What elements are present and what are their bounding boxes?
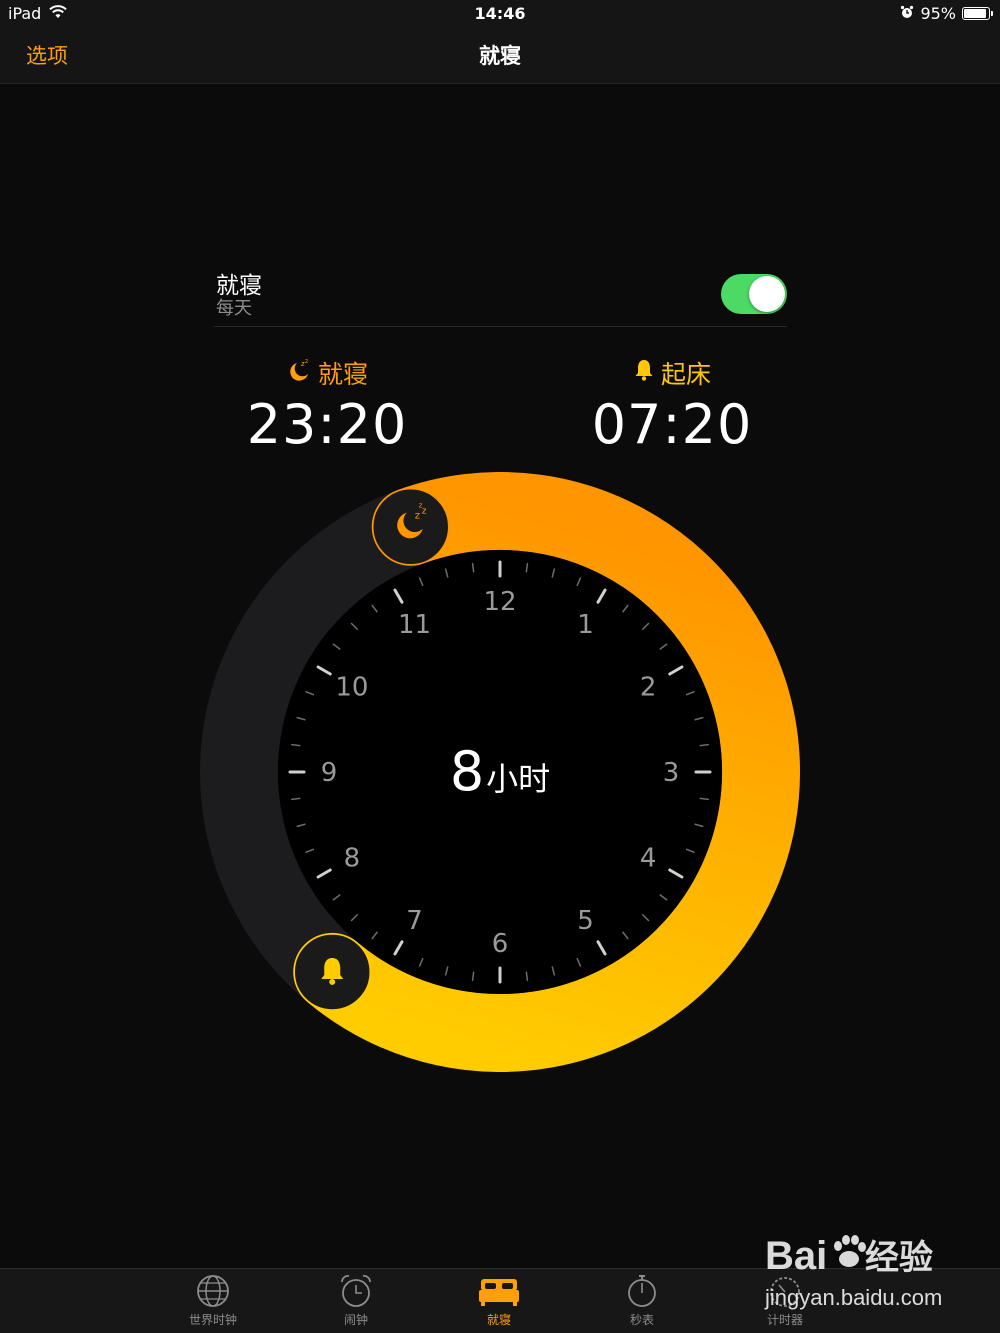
minor-tick [699,743,709,747]
tab-label: 计时器 [766,1313,803,1327]
hour-label: 7 [406,906,423,936]
tab-label: 秒表 [629,1313,654,1327]
bedtime-time: 23:20 [246,393,408,456]
bedtime-settings-row[interactable]: 就寝 每天 [214,266,787,327]
bedtime-block[interactable]: z z 就寝 23:20 [197,355,457,456]
timer-icon [770,1277,800,1307]
minor-tick [471,563,475,573]
hour-label: 3 [663,758,680,788]
status-right: 95% [900,4,993,23]
minor-tick [525,971,529,981]
hour-label: 10 [335,673,368,703]
tab-stopwatch[interactable]: 秒表 [582,1273,702,1328]
stopwatch-icon [628,1275,656,1307]
svg-text:z: z [305,358,308,365]
svg-text:z: z [419,502,423,510]
tab-alarm[interactable]: 闹钟 [296,1273,416,1328]
sleep-duration-number: 8 [450,740,484,803]
moon-zzz-icon: z z [286,357,312,389]
bedtime-handle[interactable]: z z z [371,487,450,566]
wake-label: 起床 [542,355,802,391]
hour-label: 12 [483,587,516,617]
bed-icon [479,1279,519,1306]
hour-label: 6 [492,929,509,959]
tab-bedtime[interactable]: 就寝 [439,1273,559,1328]
svg-text:z: z [422,507,427,517]
bedtime-row-subtitle: 每天 [216,298,252,319]
sleep-duration-unit: 小时 [486,760,550,798]
hour-label: 9 [321,758,338,788]
minor-tick [291,797,301,801]
bell-icon [633,358,655,388]
battery-percent: 95% [920,4,956,23]
globe-icon [197,1275,229,1307]
battery-fill [964,9,986,18]
hour-label: 1 [577,610,594,640]
wake-block[interactable]: 起床 07:20 [542,355,802,456]
tab-label: 世界时钟 [188,1313,237,1327]
tab-label: 就寝 [486,1313,511,1327]
minor-tick [525,563,529,573]
wake-handle[interactable] [293,933,371,1011]
status-bar: iPad 14:46 95% [0,0,1000,28]
page-title: 就寝 [479,44,521,68]
battery-icon [962,7,993,20]
bedtime-toggle[interactable] [721,274,787,314]
toggle-knob [749,276,785,312]
alarm-indicator-icon [900,4,914,23]
minor-tick [699,797,709,801]
hour-label: 2 [640,673,657,703]
tab-world-clock[interactable]: 世界时钟 [153,1273,273,1328]
wake-time: 07:20 [591,393,753,456]
navigation-bar: 选项 就寝 [0,28,1000,84]
alarm-clock-icon [341,1275,371,1307]
hour-label: 11 [398,610,431,640]
minor-tick [291,743,301,747]
tab-label: 闹钟 [343,1313,368,1327]
bedtime-handle-circle[interactable] [371,487,450,566]
tab-bar: 世界时钟 闹钟 就寝 秒表 计时器 [0,1268,1000,1333]
sleep-clock-dial[interactable]: 121234567891011 8小时 z z z [200,472,800,1072]
hour-label: 4 [640,844,657,874]
bedtime-label-text: 就寝 [317,360,368,389]
tab-timer[interactable]: 计时器 [725,1273,845,1328]
bedtime-label: z z 就寝 [197,355,457,391]
wake-label-text: 起床 [660,360,711,389]
status-time: 14:46 [474,4,526,23]
svg-text:z: z [415,511,420,522]
hour-label: 5 [577,906,594,936]
hour-label: 8 [344,844,361,874]
minor-tick [471,971,475,981]
